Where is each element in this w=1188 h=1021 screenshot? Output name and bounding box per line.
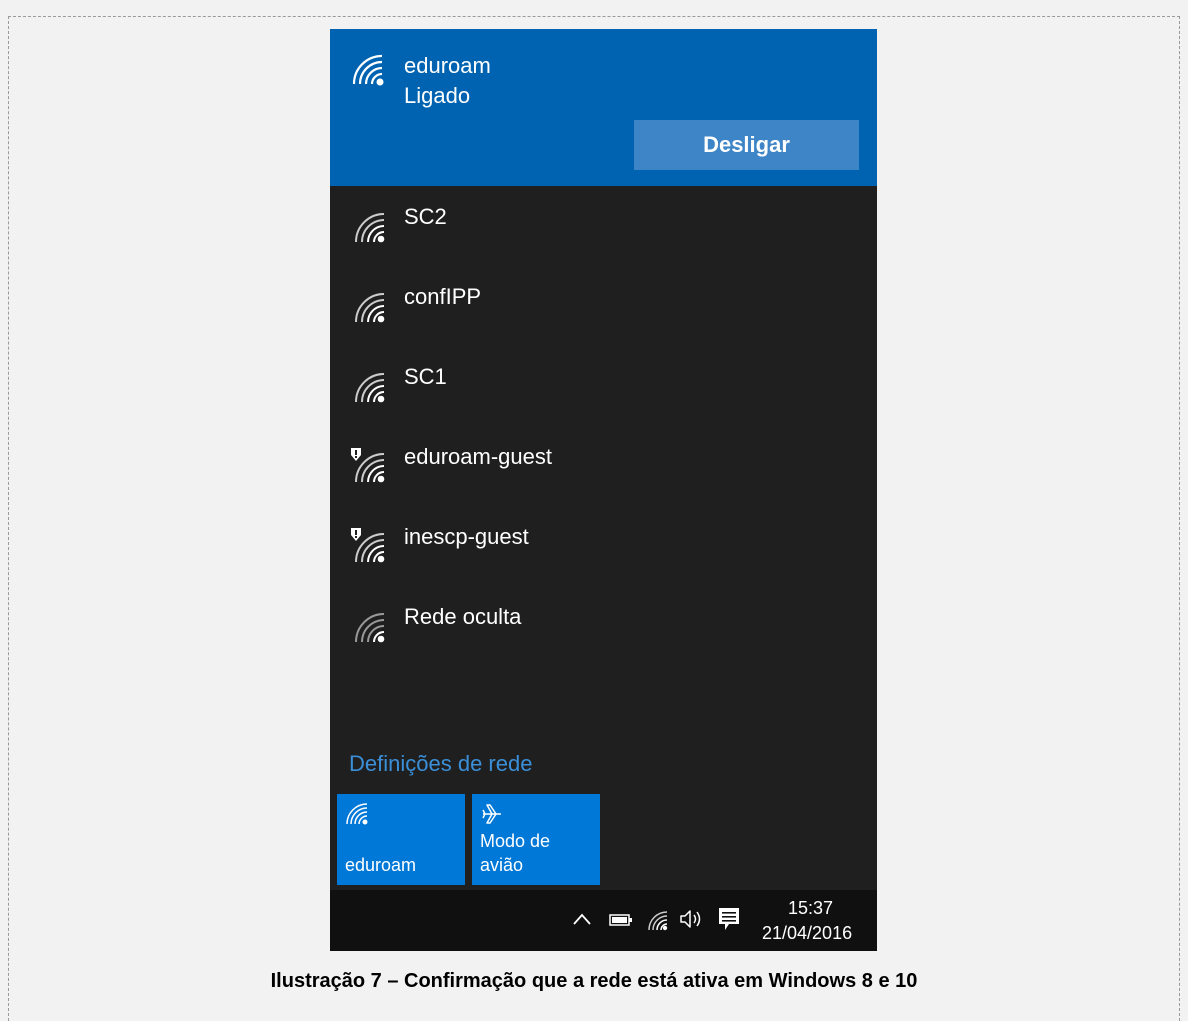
network-name: eduroam-guest [404, 444, 552, 469]
network-name: confIPP [404, 284, 482, 309]
wifi-signal-icon [355, 613, 385, 643]
wifi-tray-icon[interactable] [647, 910, 669, 932]
taskbar: 15:37 21/04/2016 [330, 890, 877, 951]
connected-network-item[interactable]: eduroam Ligado Desligar [330, 29, 877, 186]
network-name: SC1 [404, 364, 447, 389]
network-item-sc1[interactable]: SC1 [330, 346, 877, 426]
wifi-icon [346, 803, 368, 825]
wifi-signal-icon [355, 213, 385, 243]
network-item-sc2[interactable]: SC2 [330, 186, 877, 266]
connected-network-name: eduroam [404, 53, 491, 78]
wifi-toggle-tile[interactable]: eduroam [337, 794, 465, 885]
network-item-inescp-guest[interactable]: inescp-guest [330, 506, 877, 586]
battery-icon[interactable] [609, 912, 633, 928]
wifi-signal-icon [355, 293, 385, 323]
network-settings-link[interactable]: Definições de rede [349, 751, 532, 777]
wifi-signal-unsecured-icon [351, 528, 385, 563]
airplane-label-line2: avião [480, 855, 524, 875]
clock-time[interactable]: 15:37 [788, 898, 833, 919]
network-name: SC2 [404, 204, 447, 229]
wifi-signal-icon [355, 373, 385, 403]
wifi-tile-label: eduroam [345, 855, 417, 875]
network-item-eduroam-guest[interactable]: eduroam-guest [330, 426, 877, 506]
airplane-mode-tile[interactable]: Modo de avião [472, 794, 600, 885]
airplane-tile-label: Modo de avião [480, 829, 550, 877]
network-name: inescp-guest [404, 524, 529, 549]
chevron-up-icon[interactable] [572, 912, 592, 926]
clock-date[interactable]: 21/04/2016 [762, 923, 852, 944]
volume-icon[interactable] [679, 908, 705, 930]
action-center-icon[interactable] [717, 906, 741, 932]
connected-network-status: Ligado [404, 83, 471, 108]
airplane-label-line1: Modo de [480, 831, 551, 851]
network-name: Rede oculta [404, 604, 522, 629]
wifi-signal-unsecured-icon [351, 448, 385, 483]
airplane-icon [482, 804, 501, 824]
disconnect-button[interactable]: Desligar [634, 120, 859, 170]
figure-caption: Ilustração 7 – Confirmação que a rede es… [270, 970, 918, 992]
wifi-signal-icon [352, 54, 384, 86]
network-item-confipp[interactable]: confIPP [330, 266, 877, 346]
network-flyout: eduroam Ligado Desligar SC2 confIPP SC1 … [330, 29, 877, 951]
network-item-hidden[interactable]: Rede oculta [330, 586, 877, 666]
